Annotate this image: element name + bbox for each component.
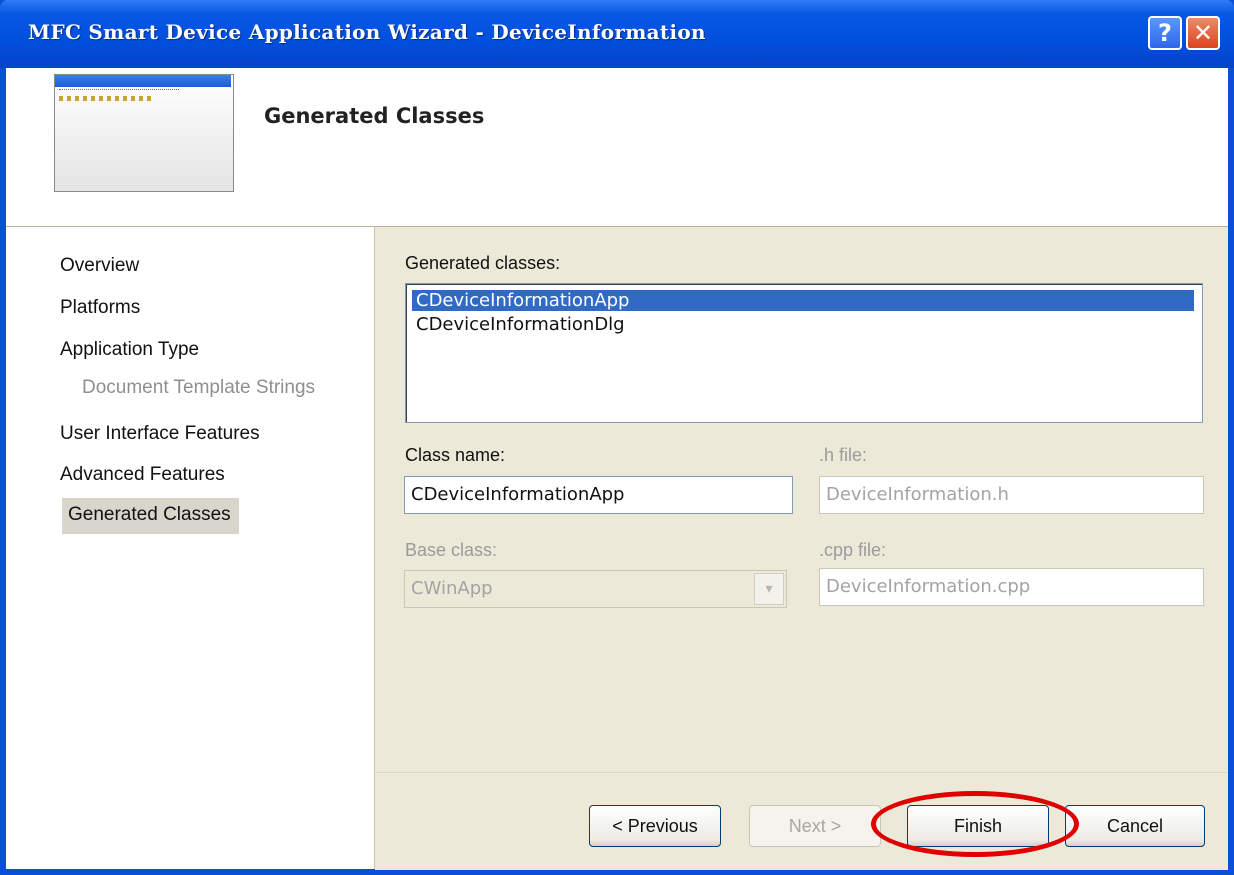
sidebar-item-application-type[interactable]: Application Type	[60, 339, 199, 361]
list-item-app-class[interactable]: CDeviceInformationApp	[412, 290, 1194, 311]
sidebar-item-document-template-strings: Document Template Strings	[82, 377, 316, 398]
base-class-value: CWinApp	[411, 578, 493, 599]
window-title: MFC Smart Device Application Wizard - De…	[28, 20, 706, 44]
thumbnail-toolbar	[59, 96, 155, 101]
thumbnail-titlebar	[55, 75, 231, 87]
previous-button[interactable]: < Previous	[589, 805, 721, 847]
page-title: Generated Classes	[264, 104, 485, 128]
help-button[interactable]: ?	[1148, 16, 1182, 50]
generated-classes-label: Generated classes:	[405, 253, 561, 273]
generated-classes-list[interactable]: CDeviceInformationApp CDeviceInformation…	[405, 283, 1203, 423]
cpp-file-field: DeviceInformation.cpp	[819, 568, 1204, 606]
thumbnail-menu	[59, 89, 179, 93]
base-class-dropdown: CWinApp ▾	[404, 570, 787, 608]
close-button[interactable]: ✕	[1186, 16, 1220, 50]
sidebar-item-overview[interactable]: Overview	[60, 255, 139, 277]
sidebar-item-advanced-features[interactable]: Advanced Features	[60, 464, 225, 486]
sidebar-item-platforms[interactable]: Platforms	[60, 297, 140, 319]
wizard-window: MFC Smart Device Application Wizard - De…	[0, 0, 1234, 875]
class-name-field[interactable]: CDeviceInformationApp	[404, 476, 793, 514]
title-bar[interactable]: MFC Smart Device Application Wizard - De…	[0, 0, 1234, 68]
list-item-dlg-class[interactable]: CDeviceInformationDlg	[412, 314, 629, 335]
finish-button[interactable]: Finish	[907, 805, 1049, 847]
chevron-down-icon: ▾	[754, 573, 784, 605]
h-file-label: .h file:	[819, 445, 868, 465]
next-button: Next >	[749, 805, 881, 847]
sidebar-item-user-interface-features[interactable]: User Interface Features	[60, 423, 260, 445]
h-file-field: DeviceInformation.h	[819, 476, 1204, 514]
wizard-thumbnail-image	[54, 74, 234, 192]
base-class-label: Base class:	[405, 540, 498, 560]
cpp-file-label: .cpp file:	[819, 540, 887, 560]
wizard-content: Generated classes: CDeviceInformationApp…	[375, 227, 1228, 772]
class-name-label: Class name:	[405, 445, 506, 465]
wizard-footer: < Previous Next > Finish Cancel	[375, 772, 1228, 870]
wizard-sidebar: Overview Platforms Application Type Docu…	[6, 227, 375, 869]
sidebar-item-generated-classes[interactable]: Generated Classes	[62, 498, 239, 534]
cancel-button[interactable]: Cancel	[1065, 805, 1205, 847]
wizard-header: Generated Classes	[6, 68, 1228, 227]
